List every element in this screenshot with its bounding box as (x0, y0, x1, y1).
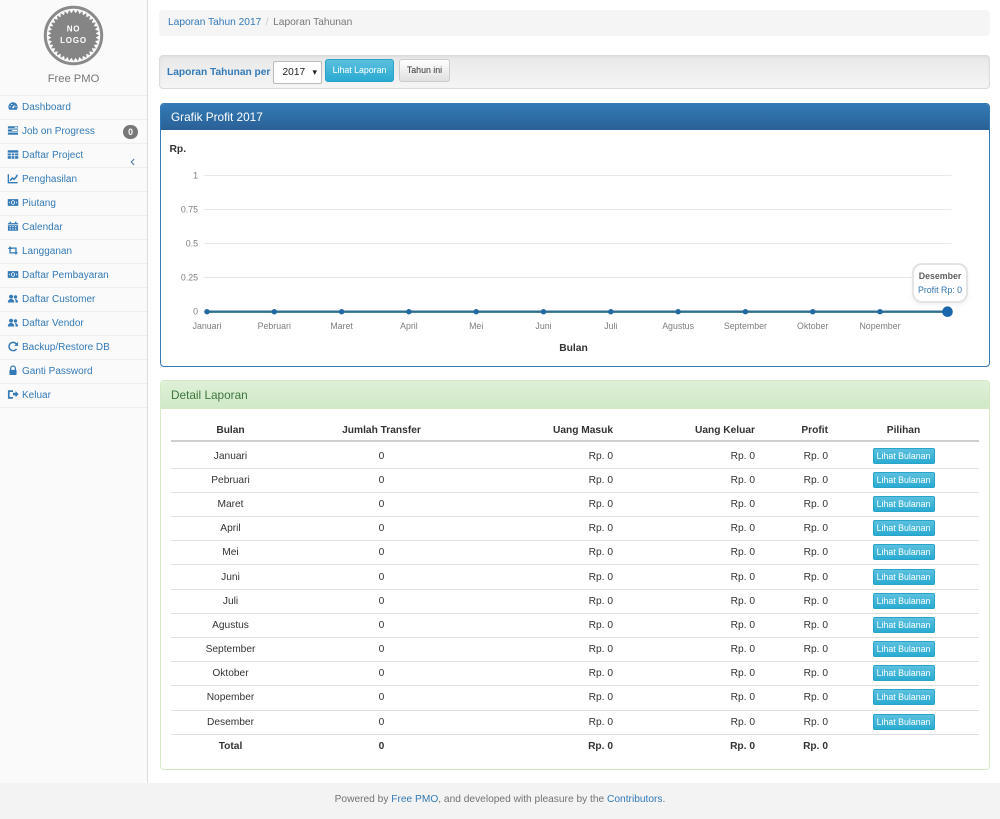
svg-text:Oktober: Oktober (797, 321, 828, 331)
svg-text:Nopember: Nopember (859, 321, 900, 331)
svg-text:0.75: 0.75 (181, 205, 198, 215)
svg-text:Bulan: Bulan (559, 343, 588, 354)
svg-text:Januari: Januari (193, 321, 222, 331)
svg-text:September: September (724, 321, 767, 331)
svg-text:Mei: Mei (469, 321, 483, 331)
svg-text:LOGO: LOGO (60, 36, 87, 45)
svg-text:0.25: 0.25 (181, 273, 198, 283)
svg-text:0: 0 (193, 307, 198, 317)
svg-text:Maret: Maret (330, 321, 353, 331)
svg-text:Agustus: Agustus (662, 321, 694, 331)
svg-text:Pebruari: Pebruari (258, 321, 291, 331)
svg-text:Juli: Juli (604, 321, 617, 331)
svg-text:1: 1 (193, 171, 198, 181)
svg-text:April: April (400, 321, 418, 331)
svg-text:NO: NO (67, 25, 81, 34)
svg-text:Rp.: Rp. (170, 144, 187, 155)
svg-text:Juni: Juni (535, 321, 551, 331)
svg-text:0.5: 0.5 (186, 239, 198, 249)
